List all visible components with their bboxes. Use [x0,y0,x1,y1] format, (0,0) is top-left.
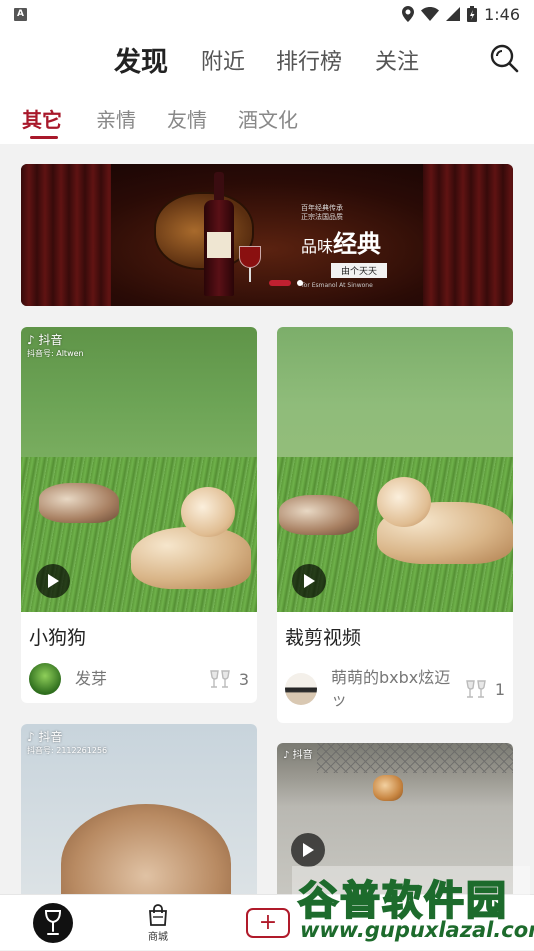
avatar[interactable] [285,673,317,705]
video-thumbnail[interactable] [277,327,513,612]
shop-label: 商城 [148,931,168,943]
tab-publish[interactable]: + [244,895,292,951]
tab-other[interactable]: 其它 [22,104,62,133]
play-button[interactable] [36,564,70,598]
home-button[interactable] [33,903,73,943]
video-card[interactable]: ♪ 抖音 抖音号: Altwen 小狗狗 发芽 3 [21,327,257,703]
wine-glass-image [239,246,261,286]
goat-image [279,495,359,535]
douyin-id: 抖音号: Altwen [27,349,84,358]
wine-glass-icon [44,910,62,935]
top-nav: 发现 附近 排行榜 关注 [0,28,534,88]
avatar[interactable] [29,663,61,695]
tiktok-icon: ♪ [27,730,35,744]
cheers-glasses-icon [209,670,230,688]
banner-small-line-1: 百年经典传承 [301,204,343,212]
banner-headline: 品味经典 [301,224,387,259]
location-icon [402,6,415,22]
search-button[interactable] [490,44,520,74]
tab-home[interactable] [32,895,74,951]
wine-bottle-image [204,172,234,296]
play-icon [303,843,314,857]
author-info[interactable]: 发芽 [29,663,107,695]
pagination-dot[interactable] [297,280,303,286]
banner-text: 百年经典传承 正宗法国品质 品味经典 由个天天 Tor Esmanol At S… [301,204,388,289]
douyin-label: 抖音 [38,730,63,744]
goat-image [39,483,119,523]
notification-a-icon: A [14,7,27,21]
pagination-dot-active[interactable] [269,280,291,286]
publish-button[interactable]: + [246,908,290,938]
status-bar: A 1:46 [0,0,534,28]
play-icon [304,574,315,588]
site-watermark: 谷普软件园 www.gupuxlazal.com [292,866,534,946]
wifi-icon [421,7,440,21]
tab-ranking[interactable]: 排行榜 [276,44,342,76]
tab-friendship[interactable]: 友情 [167,104,207,133]
douyin-label: 抖音 [38,333,63,347]
battery-icon [467,6,478,22]
category-tabs: 其它 亲情 友情 酒文化 [0,88,534,144]
play-button[interactable] [292,564,326,598]
clock: 1:46 [484,4,520,24]
like-count: 1 [494,679,505,699]
fence-image [317,743,513,773]
like-count: 3 [238,669,249,689]
tab-family[interactable]: 亲情 [96,104,136,133]
author-name: 萌萌的bxbx炫迈ッ [331,668,451,709]
watermark-url: www.gupuxlazal.com [300,918,534,942]
video-title: 裁剪视频 [285,627,362,649]
video-card[interactable]: 裁剪视频 萌萌的bxbx炫迈ッ 1 [277,327,513,723]
search-icon [490,44,519,73]
douyin-label: 抖音 [292,750,313,761]
shopping-bag-icon [149,903,167,926]
cheers-count[interactable]: 1 [465,679,505,699]
tiktok-icon: ♪ [283,750,290,761]
curtain-left [21,164,111,306]
dog-image [131,527,251,589]
banner-headline-prefix: 品味 [301,237,334,256]
video-thumbnail[interactable]: ♪ 抖音 抖音号: 2112261256 [21,724,257,904]
corgi-image [373,775,403,801]
tab-discover[interactable]: 发现 [114,40,168,79]
dog-head [181,487,235,537]
cheers-glasses-icon [465,680,486,698]
banner-script: 由个天天 [331,263,388,278]
douyin-watermark: ♪ 抖音 抖音号: Altwen [27,333,84,361]
douyin-id: 抖音号: 2112261256 [27,746,108,755]
dog-head [377,477,431,527]
video-card[interactable]: ♪ 抖音 抖音号: 2112261256 [21,724,257,904]
curtain-right [423,164,513,306]
active-tab-indicator [30,136,58,139]
banner-headline-main: 经典 [333,230,382,258]
tab-nearby[interactable]: 附近 [201,44,245,76]
douyin-watermark: ♪ 抖音 抖音号: 2112261256 [27,730,107,758]
tiktok-icon: ♪ [27,333,35,347]
tab-wine-culture[interactable]: 酒文化 [238,104,298,133]
video-title: 小狗狗 [29,627,87,649]
author-name: 发芽 [75,669,108,688]
banner-footer: Tor Esmanol At Sinwone [301,282,373,289]
promo-banner[interactable]: 百年经典传承 正宗法国品质 品味经典 由个天天 Tor Esmanol At S… [21,164,513,306]
tab-following[interactable]: 关注 [375,44,419,76]
douyin-watermark: ♪ 抖音 [283,749,313,763]
tab-shop[interactable]: 商城 [140,895,176,951]
plus-icon: + [258,910,278,935]
signal-icon [446,7,461,21]
banner-pagination [269,280,303,286]
play-button[interactable] [291,833,325,867]
play-icon [48,574,59,588]
banner-small-line-2: 正宗法国品质 [301,213,343,221]
author-info[interactable]: 萌萌的bxbx炫迈ッ [285,667,461,711]
video-thumbnail[interactable]: ♪ 抖音 抖音号: Altwen [21,327,257,612]
cheers-count[interactable]: 3 [209,669,249,689]
